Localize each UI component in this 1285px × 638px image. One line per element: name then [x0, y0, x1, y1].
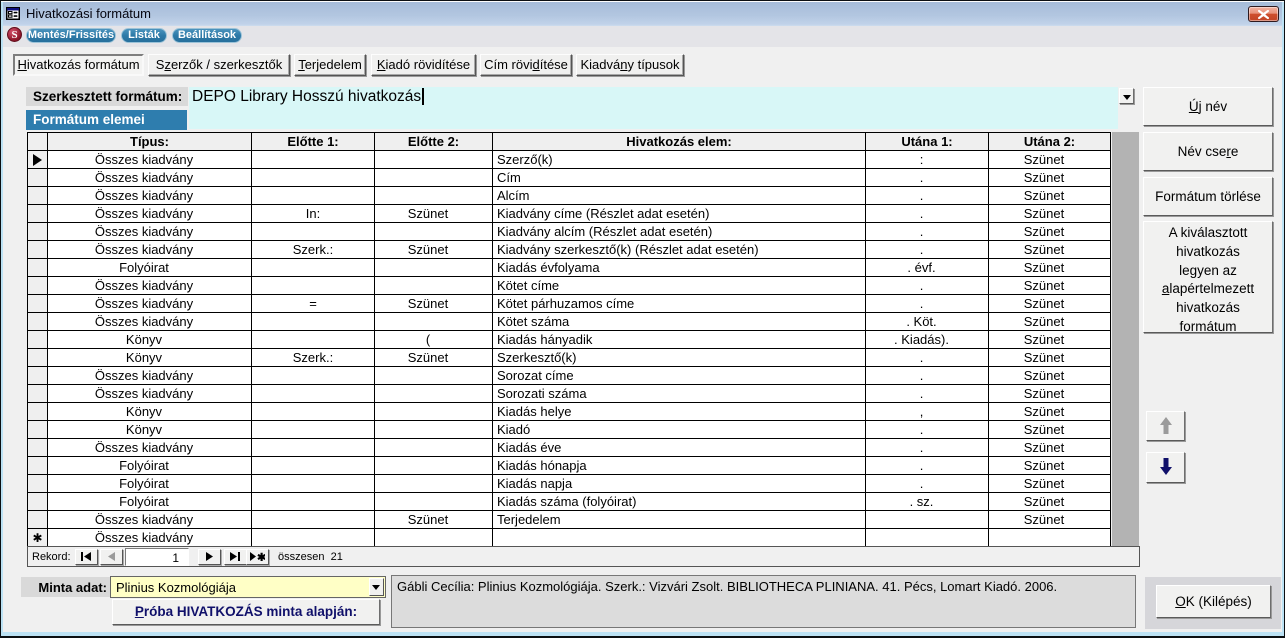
svg-text:✱: ✱ — [257, 552, 265, 561]
